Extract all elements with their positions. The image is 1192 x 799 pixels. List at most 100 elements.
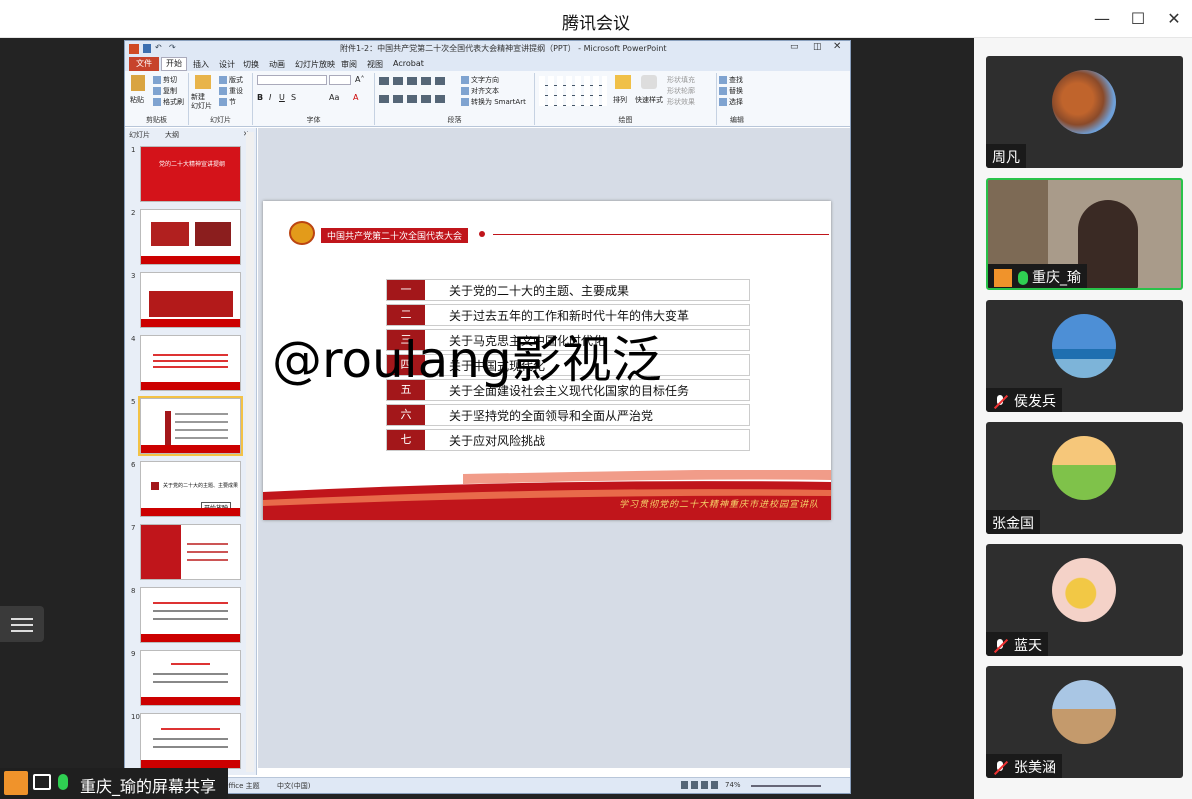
italic-button[interactable]: I — [269, 93, 271, 102]
view-buttons[interactable] — [681, 781, 721, 789]
language-indicator[interactable]: 中文(中国) — [277, 781, 310, 791]
slide-thumbnail-6[interactable]: 关于党的二十大的主题、主要成果 开始放映 — [140, 461, 241, 517]
minimize-button[interactable]: — — [1090, 8, 1114, 30]
close-button[interactable]: ✕ — [1162, 8, 1186, 30]
participant-tile[interactable]: 周凡 — [986, 56, 1183, 168]
arrange-button[interactable]: 排列 — [613, 95, 627, 105]
tab-transitions[interactable]: 切换 — [243, 59, 259, 70]
ppt-restore-button[interactable]: ◫ — [813, 42, 822, 52]
tab-view[interactable]: 视图 — [367, 59, 383, 70]
list-buttons[interactable] — [379, 77, 449, 85]
quick-styles-icon[interactable] — [641, 75, 657, 89]
tab-file[interactable]: 文件 — [129, 57, 159, 71]
replace-button[interactable]: 替换 — [719, 86, 743, 96]
slides-pane-scrollbar[interactable] — [246, 132, 254, 772]
microphone-icon[interactable] — [58, 774, 68, 790]
change-case-button[interactable]: Aa — [329, 93, 339, 102]
align-text-button[interactable]: 对齐文本 — [461, 86, 499, 96]
host-icon — [994, 269, 1012, 287]
save-icon[interactable] — [143, 44, 151, 53]
shape-outline-button[interactable]: 形状轮廓 — [667, 86, 695, 96]
participant-tile[interactable]: 蓝天 — [986, 544, 1183, 656]
bold-button[interactable]: B — [257, 93, 263, 102]
tab-acrobat[interactable]: Acrobat — [393, 59, 424, 68]
tab-review[interactable]: 审阅 — [341, 59, 357, 70]
zoom-slider[interactable] — [751, 785, 821, 787]
tab-home[interactable]: 开始 — [161, 57, 187, 71]
font-name-select[interactable] — [257, 75, 327, 85]
quick-styles-button[interactable]: 快速样式 — [635, 95, 663, 105]
participant-tile[interactable]: 张美涵 — [986, 666, 1183, 778]
screen-share-icon[interactable] — [33, 774, 51, 790]
user-avatar-icon — [4, 771, 28, 795]
pane-tab-outline[interactable]: 大纲 — [165, 130, 179, 140]
new-slide-icon[interactable] — [195, 75, 211, 89]
copy-button[interactable]: 复制 — [153, 86, 177, 96]
slide-thumbnail-5[interactable] — [138, 396, 243, 456]
ribbon-tabs: 文件 开始 插入 设计 切换 动画 幻灯片放映 审阅 视图 Acrobat — [125, 57, 850, 71]
tab-slideshow[interactable]: 幻灯片放映 — [295, 59, 335, 70]
participant-tile[interactable]: 侯发兵 — [986, 300, 1183, 412]
redo-icon[interactable]: ↷ — [169, 43, 176, 52]
tab-insert[interactable]: 插入 — [193, 59, 209, 70]
thumb-number: 8 — [131, 587, 136, 595]
format-painter-button[interactable]: 格式刷 — [153, 97, 184, 107]
paste-button[interactable]: 粘贴 — [130, 95, 144, 105]
tab-animations[interactable]: 动画 — [269, 59, 285, 70]
title-bar: 腾讯会议 — ☐ ✕ — [0, 0, 1192, 38]
maximize-button[interactable]: ☐ — [1126, 8, 1150, 30]
arrange-icon[interactable] — [615, 75, 631, 89]
font-color-button[interactable]: A — [353, 93, 358, 102]
shadow-button[interactable]: S — [291, 93, 296, 102]
slide-thumbnail-4[interactable] — [140, 335, 241, 391]
find-button[interactable]: 查找 — [719, 75, 743, 85]
thumb-number: 7 — [131, 524, 136, 532]
drawing-group-label: 绘图 — [618, 116, 633, 124]
layout-button[interactable]: 版式 — [219, 75, 243, 85]
shape-fill-button[interactable]: 形状填充 — [667, 75, 695, 85]
thumb-number: 2 — [131, 209, 136, 217]
participants-panel: 周凡 重庆_瑜 侯发兵 张金国 蓝天 张美涵 — [974, 38, 1192, 799]
zoom-level[interactable]: 74% — [725, 781, 741, 789]
new-slide-button[interactable]: 新建 幻灯片 — [191, 93, 212, 111]
slide-thumbnail-2[interactable] — [140, 209, 241, 265]
slide-thumbnail-3[interactable] — [140, 272, 241, 328]
ppt-close-button[interactable]: ✕ — [833, 41, 841, 52]
paste-icon[interactable] — [131, 75, 145, 91]
underline-button[interactable]: U — [279, 93, 285, 102]
slide-thumbnail-7[interactable] — [140, 524, 241, 580]
drawing-group: 排列 快速样式 形状填充 形状轮廓 形状效果 绘图 — [535, 73, 717, 125]
tab-design[interactable]: 设计 — [219, 59, 235, 70]
participant-name: 张金国 — [986, 510, 1040, 534]
align-buttons[interactable] — [379, 95, 449, 103]
slide-thumbnail-8[interactable] — [140, 587, 241, 643]
pane-tab-slides[interactable]: 幻灯片 — [129, 130, 150, 140]
section-button[interactable]: 节 — [219, 97, 236, 107]
reset-button[interactable]: 重设 — [219, 86, 243, 96]
shape-effect-button[interactable]: 形状效果 — [667, 97, 695, 107]
smartart-button[interactable]: 转换为 SmartArt — [461, 97, 526, 107]
ppt-titlebar: ↶ ↷ 附件1-2：中国共产党第二十次全国代表大会精神宣讲提纲（PPT） - M… — [125, 41, 850, 57]
slide-thumbnail-9[interactable] — [140, 650, 241, 706]
toolbar-toggle-button[interactable] — [0, 606, 44, 642]
select-button[interactable]: 选择 — [719, 97, 743, 107]
cut-button[interactable]: 剪切 — [153, 75, 177, 85]
agenda-row: 六关于坚持党的全面领导和全面从严治党 — [386, 404, 750, 426]
participant-tile[interactable]: 张金国 — [986, 422, 1183, 534]
theme-name: Office 主题 — [223, 782, 260, 790]
app-title: 腾讯会议 — [562, 14, 630, 34]
paragraph-group: 文字方向 对齐文本 转换为 SmartArt 段落 — [375, 73, 535, 125]
paragraph-group-label: 段落 — [447, 116, 462, 124]
font-size-select[interactable] — [329, 75, 351, 85]
participant-tile-active-speaker[interactable]: 重庆_瑜 — [986, 178, 1183, 290]
slide-thumbnail-1[interactable]: 党的二十大精神宣讲提纲 — [140, 146, 241, 202]
shapes-gallery[interactable] — [539, 76, 607, 106]
grow-font-button[interactable]: A˄ — [355, 75, 364, 84]
thumb-number: 5 — [131, 398, 136, 406]
mic-muted-icon — [992, 638, 1008, 654]
ppt-minimize-button[interactable]: ▭ — [790, 42, 799, 52]
undo-icon[interactable]: ↶ — [155, 43, 162, 52]
footer-text: 学习贯彻党的二十大精神重庆市进校园宣讲队 — [618, 500, 819, 510]
slide-thumbnail-10[interactable] — [140, 713, 241, 769]
text-direction-button[interactable]: 文字方向 — [461, 75, 499, 85]
